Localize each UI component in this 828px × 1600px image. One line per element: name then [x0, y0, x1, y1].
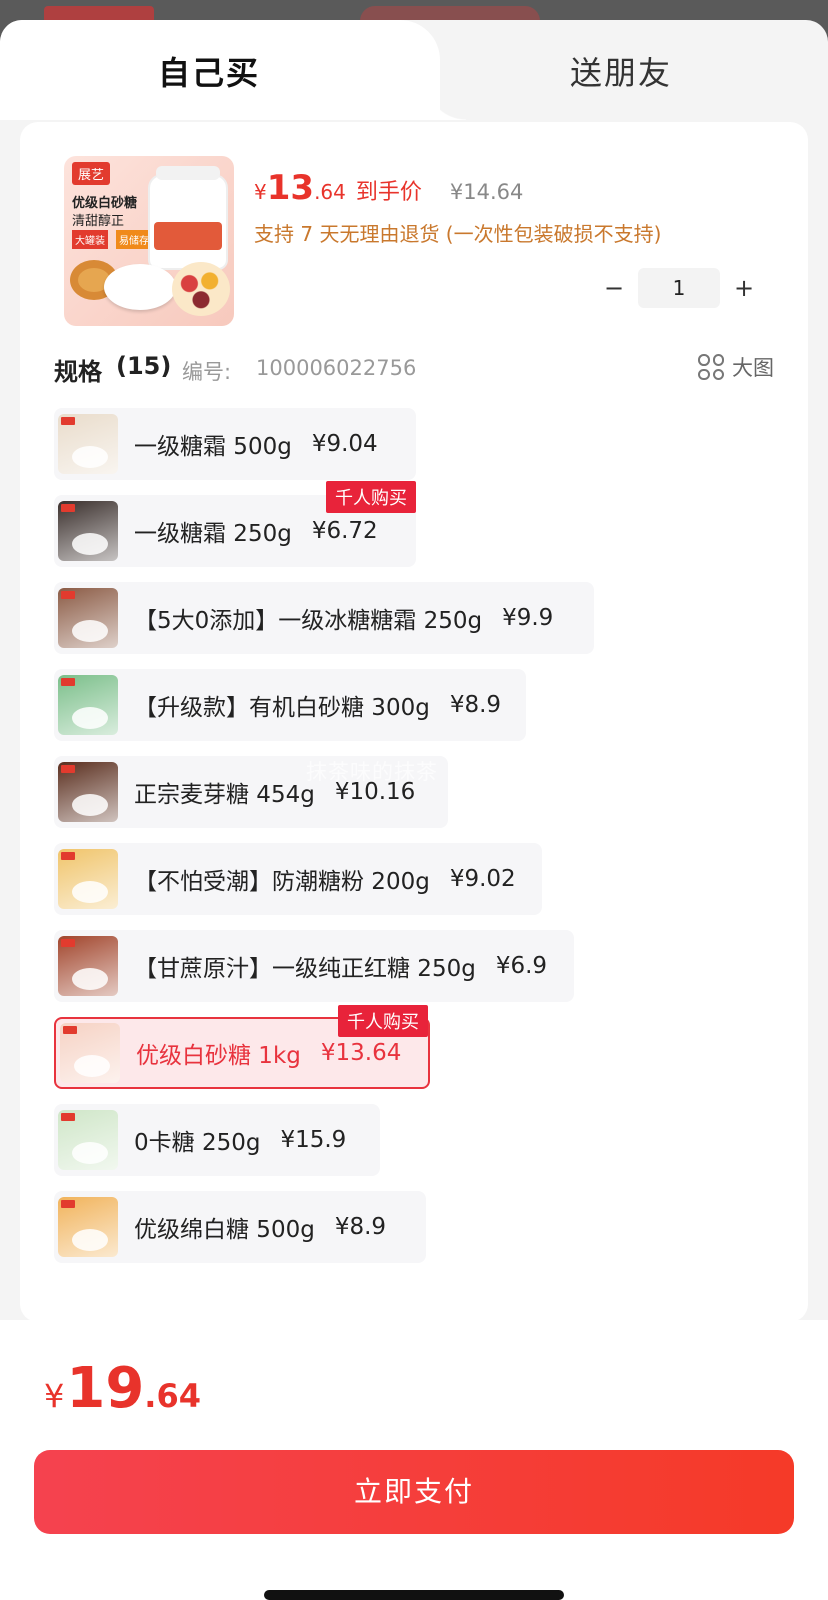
option-thumbnail	[58, 762, 118, 822]
tab-bar: 自己买 送朋友	[0, 20, 828, 120]
decrease-button[interactable]: −	[594, 274, 634, 302]
option-price: ¥8.9	[449, 692, 502, 718]
spec-option[interactable]: 【升级款】有机白砂糖 300g ¥8.9	[54, 669, 526, 741]
option-name: 【甘蔗原汁】一级纯正红糖 250g	[134, 956, 476, 982]
option-thumbnail	[58, 849, 118, 909]
watermark: 抹茶味的抹茶	[306, 760, 438, 784]
option-thumbnail	[58, 588, 118, 648]
final-price-label: 到手价	[355, 180, 422, 205]
product-number-label: 编号:	[182, 360, 232, 384]
option-name: 【不怕受潮】防潮糖粉 200g	[134, 869, 430, 895]
spec-count: (15)	[116, 352, 172, 380]
option-name: 优级白砂糖 1kg	[136, 1043, 301, 1069]
total-currency: ¥	[44, 1377, 65, 1415]
sugar-pile-graphic	[104, 264, 176, 310]
option-thumbnail	[58, 501, 118, 561]
quantity-input[interactable]: 1	[638, 268, 720, 308]
spec-option[interactable]: 优级绵白糖 500g ¥8.9	[54, 1191, 426, 1263]
option-thumbnail	[60, 1023, 120, 1083]
option-name: 一级糖霜 500g	[134, 434, 292, 460]
image-title: 优级白砂糖	[72, 196, 138, 211]
tab-gift[interactable]: 送朋友	[570, 48, 672, 94]
option-price: ¥15.9	[280, 1127, 347, 1153]
spec-option[interactable]: 【不怕受潮】防潮糖粉 200g ¥9.02	[54, 843, 542, 915]
checkout-bar: ¥ 19 .64 立即支付	[0, 1320, 828, 1600]
option-price: ¥9.02	[449, 866, 516, 892]
big-view-toggle[interactable]: 大图	[698, 352, 774, 382]
return-policy: 支持 7 天无理由退货 (一次性包装破损不支持)	[254, 222, 662, 246]
option-price: ¥6.72	[311, 518, 378, 544]
product-image[interactable]: 展艺 优级白砂糖 清甜醇正 大罐装 易储存	[64, 156, 234, 326]
grid-icon	[698, 354, 724, 380]
purchase-sheet: 自己买 送朋友 展艺 优级白砂糖 清甜醇正 大罐装 易储存 ¥ 13 .64 到…	[0, 20, 828, 1600]
popular-badge: 千人购买	[338, 1005, 428, 1037]
quantity-stepper: − 1 +	[594, 268, 764, 308]
increase-button[interactable]: +	[724, 274, 764, 302]
big-view-label: 大图	[732, 356, 774, 380]
berries-graphic	[172, 262, 230, 316]
option-thumbnail	[58, 1197, 118, 1257]
option-thumbnail	[58, 936, 118, 996]
option-name: 0卡糖 250g	[134, 1130, 261, 1156]
option-name: 【5大0添加】一级冰糖糖霜 250g	[134, 608, 483, 634]
pay-now-button[interactable]: 立即支付	[34, 1450, 794, 1534]
option-price: ¥13.64	[320, 1040, 402, 1066]
total-decimal: .64	[144, 1377, 201, 1415]
product-card: 展艺 优级白砂糖 清甜醇正 大罐装 易储存 ¥ 13 .64 到手价 ¥14.6…	[20, 122, 808, 1322]
option-name: 正宗麦芽糖 454g	[134, 782, 315, 808]
option-price: ¥9.9	[502, 605, 554, 631]
final-price-decimal: .64	[314, 180, 346, 204]
image-subtitle: 清甜醇正	[72, 214, 125, 229]
spec-option[interactable]: 优级白砂糖 1kg ¥13.64 千人购买	[54, 1005, 430, 1089]
option-thumbnail	[58, 1110, 118, 1170]
option-price: ¥8.9	[334, 1214, 387, 1240]
tab-self-label[interactable]: 自己买	[158, 48, 260, 94]
total-price: ¥ 19 .64	[44, 1356, 201, 1421]
original-price: ¥14.64	[449, 180, 524, 204]
spec-option[interactable]: 一级糖霜 500g ¥9.04	[54, 408, 416, 480]
option-thumbnail	[58, 675, 118, 735]
currency-symbol: ¥	[254, 180, 267, 204]
price-row: ¥ 13 .64 到手价 ¥14.64	[254, 168, 523, 208]
popular-badge: 千人购买	[326, 481, 416, 513]
option-name: 优级绵白糖 500g	[134, 1217, 315, 1243]
option-thumbnail	[58, 414, 118, 474]
product-number: 100006022756	[256, 356, 417, 380]
spec-option[interactable]: 0卡糖 250g ¥15.9	[54, 1104, 380, 1176]
option-price: ¥9.04	[311, 431, 378, 457]
option-name: 【升级款】有机白砂糖 300g	[134, 695, 430, 721]
spec-option[interactable]: 一级糖霜 250g ¥6.72 千人购买	[54, 481, 416, 567]
total-integer: 19	[66, 1356, 145, 1421]
home-indicator	[264, 1590, 564, 1600]
image-tag: 易储存	[116, 230, 152, 249]
sugar-jar-graphic	[148, 166, 228, 270]
brand-logo: 展艺	[72, 162, 111, 185]
option-name: 一级糖霜 250g	[134, 521, 292, 547]
spec-option[interactable]: 【甘蔗原汁】一级纯正红糖 250g ¥6.9	[54, 930, 574, 1002]
spec-option[interactable]: 【5大0添加】一级冰糖糖霜 250g ¥9.9	[54, 582, 594, 654]
spec-header: 规格 (15) 编号: 100006022756 大图	[54, 352, 774, 392]
image-tag: 大罐装	[72, 230, 108, 249]
spec-title: 规格	[54, 358, 102, 386]
final-price-integer: 13	[266, 168, 315, 208]
option-price: ¥6.9	[495, 953, 548, 979]
